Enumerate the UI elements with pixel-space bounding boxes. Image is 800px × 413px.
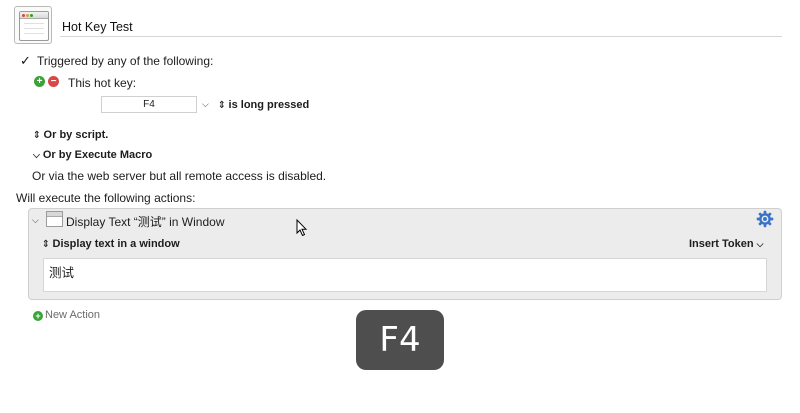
macro-name-field[interactable]: Hot Key Test bbox=[62, 20, 133, 34]
insert-token-button[interactable]: Insert Token ⌵ bbox=[689, 238, 763, 250]
add-trigger-button[interactable]: + bbox=[34, 76, 45, 87]
trigger-label: Triggered by any of the following: bbox=[37, 54, 214, 68]
or-execute-label: Or by Execute Macro bbox=[42, 149, 153, 161]
updown-icon: ⇕ bbox=[218, 99, 226, 111]
new-action-label: New Action bbox=[45, 309, 101, 321]
updown-icon: ⇕ bbox=[42, 238, 50, 250]
action-title[interactable]: Display Text “测试” in Window bbox=[66, 213, 225, 230]
hotkey-field[interactable]: F4 bbox=[101, 96, 197, 113]
press-mode-label: is long pressed bbox=[228, 99, 310, 111]
new-action-button[interactable]: + New Action bbox=[33, 309, 100, 321]
gear-icon[interactable] bbox=[756, 210, 774, 228]
press-mode-popup[interactable]: ⇕ is long pressed bbox=[218, 99, 309, 111]
or-script-popup[interactable]: ⇕ Or by script. bbox=[33, 129, 108, 141]
hotkey-chevron-down-icon[interactable]: ⌵ bbox=[202, 99, 209, 110]
display-mode-label: Display text in a window bbox=[52, 238, 180, 250]
macro-icon[interactable] bbox=[14, 6, 52, 44]
window-icon bbox=[46, 211, 63, 227]
display-text-value[interactable]: 测试 bbox=[49, 262, 74, 281]
display-text-field[interactable] bbox=[43, 258, 767, 292]
actions-heading: Will execute the following actions: bbox=[16, 191, 196, 205]
web-server-note: Or via the web server but all remote acc… bbox=[32, 169, 327, 183]
or-script-label: Or by script. bbox=[43, 129, 109, 141]
plus-icon: + bbox=[33, 311, 43, 321]
mouse-cursor-icon bbox=[296, 219, 308, 237]
insert-token-label: Insert Token bbox=[689, 238, 754, 250]
name-underline bbox=[60, 36, 782, 37]
collapse-chevron-down-icon[interactable]: ⌵ bbox=[32, 215, 39, 226]
trigger-checkbox[interactable]: ✓ bbox=[19, 54, 32, 67]
chevron-down-icon: ⌵ bbox=[33, 149, 40, 161]
chevron-down-icon: ⌵ bbox=[756, 239, 764, 249]
updown-icon: ⇕ bbox=[33, 129, 41, 141]
hotkey-overlay: F4 bbox=[356, 310, 444, 370]
remove-trigger-button[interactable]: − bbox=[48, 76, 59, 87]
display-mode-popup[interactable]: ⇕ Display text in a window bbox=[42, 238, 180, 250]
hotkey-label: This hot key: bbox=[68, 76, 137, 90]
or-execute-macro-disclosure[interactable]: ⌵ Or by Execute Macro bbox=[33, 149, 152, 161]
